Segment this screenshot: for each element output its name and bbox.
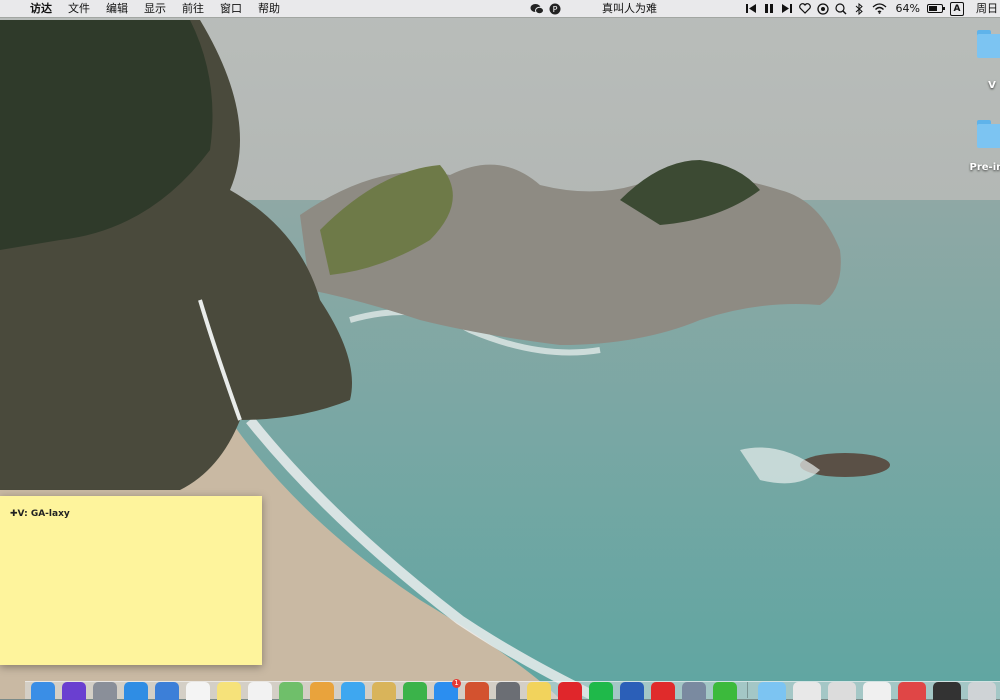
sticky-note[interactable]: ✚V: GA-laxy	[0, 496, 262, 665]
input-method-label: A	[950, 1, 964, 16]
sticky-note-text[interactable]: ✚V: GA-laxy	[10, 509, 70, 519]
menu-finder[interactable]: 访达	[22, 0, 60, 17]
battery-percent[interactable]: 64%	[892, 0, 922, 17]
status-right: 64% A 周日	[742, 0, 1000, 17]
downloads-folder-icon[interactable]	[758, 682, 786, 700]
word-icon[interactable]	[620, 682, 644, 700]
netease-music-icon[interactable]	[651, 682, 675, 700]
wifi-icon[interactable]	[868, 0, 892, 17]
powerpoint-icon[interactable]	[465, 682, 489, 700]
maps-icon[interactable]	[279, 682, 303, 700]
app-store-icon[interactable]: 1	[434, 679, 461, 700]
now-playing-title[interactable]: 真叫人为难	[594, 0, 665, 17]
document-thumb-1[interactable]	[793, 682, 821, 700]
youdao-icon[interactable]	[558, 682, 582, 700]
menu-go[interactable]: 前往	[174, 0, 212, 17]
document-thumb-3[interactable]	[863, 682, 891, 700]
calendar-thumb[interactable]	[898, 682, 926, 700]
screenshot-icon[interactable]	[682, 682, 706, 700]
photos-icon[interactable]	[310, 682, 334, 700]
battery-icon[interactable]	[922, 0, 945, 17]
folder-icon	[975, 30, 1000, 60]
bluetooth-icon[interactable]	[850, 0, 868, 17]
launchpad-icon[interactable]	[93, 682, 117, 700]
calendar-icon[interactable]	[186, 682, 210, 700]
iqiyi-icon[interactable]	[589, 682, 613, 700]
trash-icon[interactable]	[968, 682, 996, 700]
numbers-icon[interactable]	[403, 682, 427, 700]
stickies-icon[interactable]	[527, 682, 551, 700]
heart-icon[interactable]	[796, 0, 814, 17]
desktop-folder-label: V	[988, 80, 996, 91]
safari-icon[interactable]	[124, 682, 148, 700]
menu-clock[interactable]: 周日	[970, 0, 1000, 17]
notification-badge: 1	[452, 679, 461, 688]
wechat-icon[interactable]	[528, 0, 546, 17]
siri-icon[interactable]	[62, 682, 86, 700]
finder-icon[interactable]	[31, 682, 55, 700]
svg-text:P: P	[553, 5, 558, 14]
desktop-folder-v[interactable]: V	[962, 30, 1000, 91]
dock-separator	[747, 682, 748, 698]
terminal-thumb[interactable]	[933, 682, 961, 700]
desktop-folder-label: Pre-info	[969, 162, 1000, 173]
next-track-icon[interactable]	[778, 0, 796, 17]
menu-help[interactable]: 帮助	[250, 0, 288, 17]
menu-edit[interactable]: 编辑	[98, 0, 136, 17]
mail-icon[interactable]	[155, 682, 179, 700]
system-preferences-icon[interactable]	[496, 682, 520, 700]
pause-icon[interactable]	[760, 0, 778, 17]
reminders-icon[interactable]	[248, 682, 272, 700]
input-method-icon[interactable]: A	[944, 0, 970, 17]
preview-icon[interactable]	[372, 682, 396, 700]
menu-view[interactable]: 显示	[136, 0, 174, 17]
status-center: P 真叫人为难	[528, 0, 665, 17]
p-icon[interactable]: P	[546, 0, 564, 17]
previous-track-icon[interactable]	[742, 0, 760, 17]
dock: 1	[25, 679, 1000, 700]
menu-file[interactable]: 文件	[60, 0, 98, 17]
notes-icon[interactable]	[217, 682, 241, 700]
wechat-icon[interactable]	[713, 682, 737, 700]
netease-icon[interactable]	[814, 0, 832, 17]
desktop-folder-pre-info[interactable]: Pre-info	[962, 120, 1000, 173]
qq-icon[interactable]	[832, 0, 850, 17]
messages-icon[interactable]	[341, 682, 365, 700]
document-thumb-2[interactable]	[828, 682, 856, 700]
folder-icon	[975, 120, 1000, 150]
menu-bar: 访达 文件 编辑 显示 前往 窗口 帮助 P 真叫人为难 64% A 周日	[0, 0, 1000, 17]
menu-window[interactable]: 窗口	[212, 0, 250, 17]
